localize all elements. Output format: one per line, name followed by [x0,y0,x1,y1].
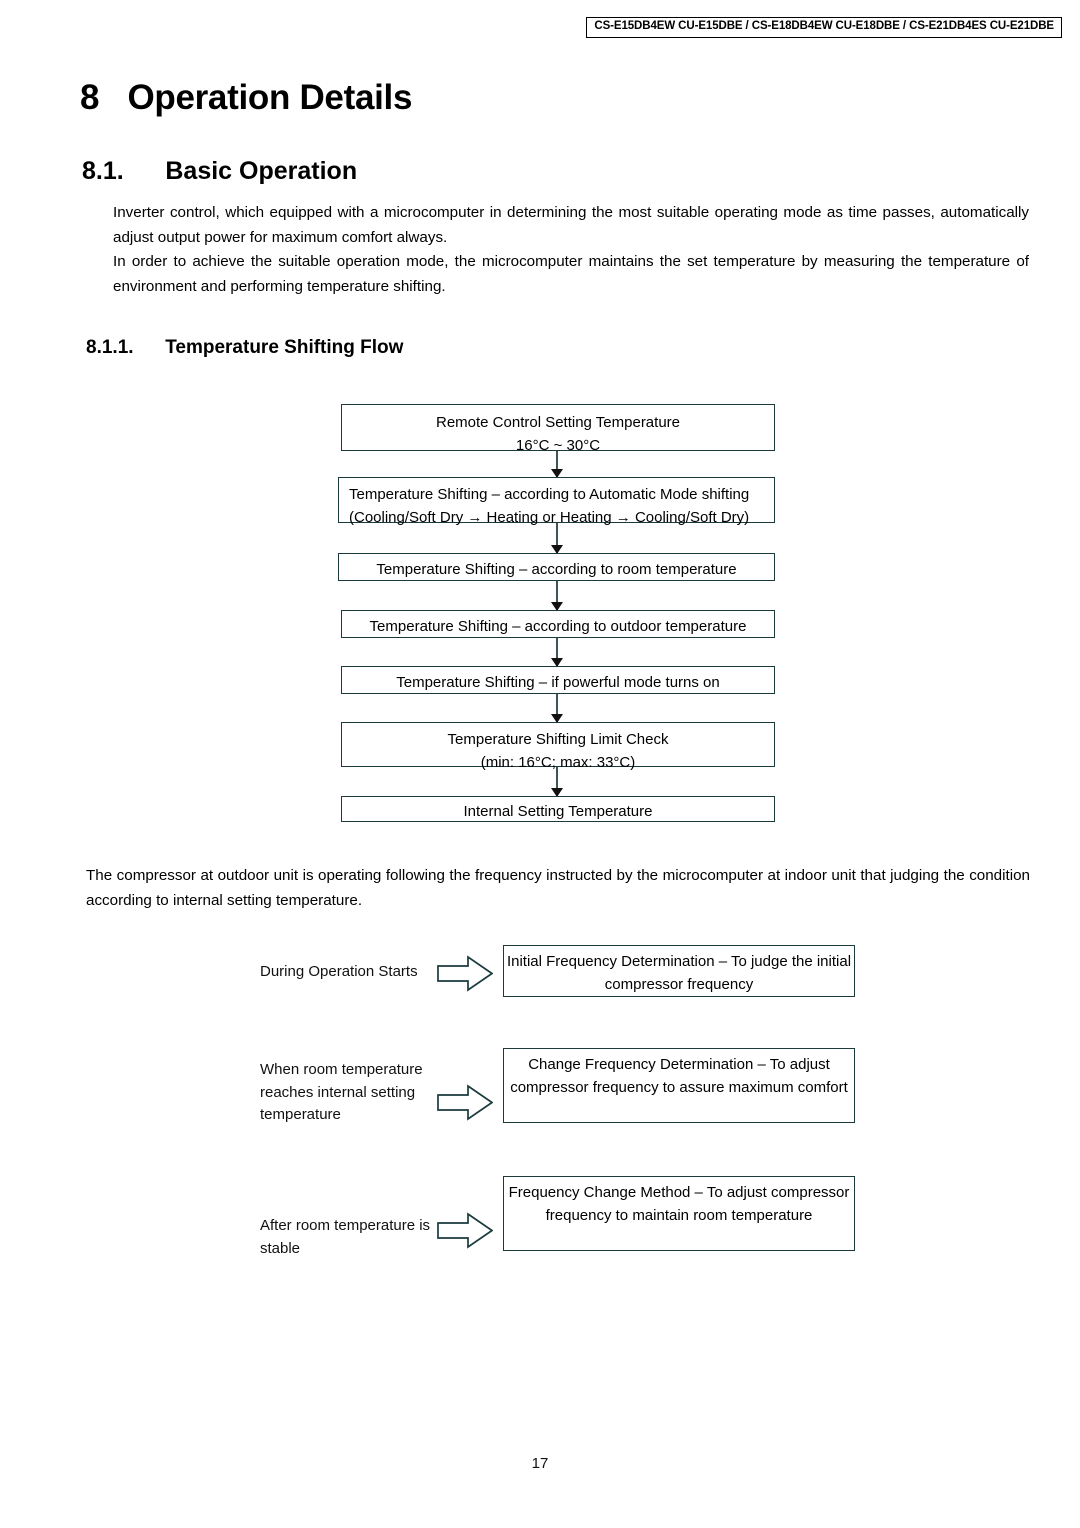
paragraph-operation-mode: In order to achieve the suitable operati… [113,253,1029,295]
flow-step-powerful-mode: Temperature Shifting – if powerful mode … [341,666,775,694]
flow-step-line-1: Temperature Shifting – according to outd… [369,618,747,635]
flow-step-line-1: Temperature Shifting Limit Check [447,731,669,748]
flow-connector-arrow [550,638,563,667]
frequency-row-condition: When room temperature reaches internal s… [260,1061,423,1123]
flow-connector-arrow [550,581,563,611]
frequency-box-change: Change Frequency Determination – To adju… [503,1048,855,1123]
flow-step-line-1: Remote Control Setting Temperature [435,414,680,431]
block-arrow-right-icon [437,955,493,992]
flow-step-internal-setting-temperature: Internal Setting Temperature [341,796,775,822]
frequency-row-condition: After room temperature is stable [260,1217,431,1257]
flow-connector-arrow [550,694,563,723]
page-title: 8 Operation Details [80,78,413,117]
frequency-box-line-1: Frequency Change Method – [508,1184,703,1201]
flow-step-line-1: Internal Setting Temperature [463,803,653,820]
frequency-box-initial: Initial Frequency Determination – To jud… [503,945,855,997]
flow-step-line-1: Temperature Shifting – according to Auto… [349,486,750,503]
flow-connector-arrow [550,523,563,554]
block-arrow-right-icon [437,1212,493,1249]
frequency-box-line-1: Initial Frequency Determination – [506,953,728,970]
model-number-header: CS-E15DB4EW CU-E15DBE / CS-E18DB4EW CU-E… [586,17,1062,38]
block-arrow-right-icon [437,1084,493,1121]
frequency-box-line-3: room temperature [693,1207,813,1224]
flow-step-automatic-mode-shifting: Temperature Shifting – according to Auto… [338,477,775,526]
paragraph-inverter-control: Inverter control, which equipped with a … [113,204,1029,246]
flow-step-line-2: (Cooling/Soft Dry → Heating or Heating →… [349,509,750,526]
subsection-heading: 8.1.1. Temperature Shifting Flow [86,337,404,358]
flow-step-line-1: Temperature Shifting – if powerful mode … [396,674,720,691]
paragraph-compressor: The compressor at outdoor unit is operat… [86,867,1030,909]
flow-connector-arrow [550,767,563,797]
flow-step-line-2: (min: 16°C; max: 33°C) [480,754,636,771]
section-heading: 8.1. Basic Operation [82,157,358,185]
flow-step-outdoor-temperature: Temperature Shifting – according to outd… [341,610,775,638]
frequency-row-condition: During Operation Starts [260,963,418,980]
flow-step-remote-control-setting-temperature: Remote Control Setting Temperature 16°C … [341,404,775,454]
frequency-box-line-3: maximum comfort [728,1079,848,1096]
frequency-box-line-1: Change Frequency Determination – [528,1056,766,1073]
flow-step-line-1: Temperature Shifting – according to room… [376,561,737,578]
page-number: 17 [531,1455,549,1472]
frequency-box-method: Frequency Change Method – To adjust comp… [503,1176,855,1251]
flow-step-room-temperature: Temperature Shifting – according to room… [338,553,775,581]
flow-connector-arrow [550,451,563,478]
flow-step-line-2: 16°C ~ 30°C [515,437,601,454]
flow-step-limit-check: Temperature Shifting Limit Check (min: 1… [341,722,775,771]
